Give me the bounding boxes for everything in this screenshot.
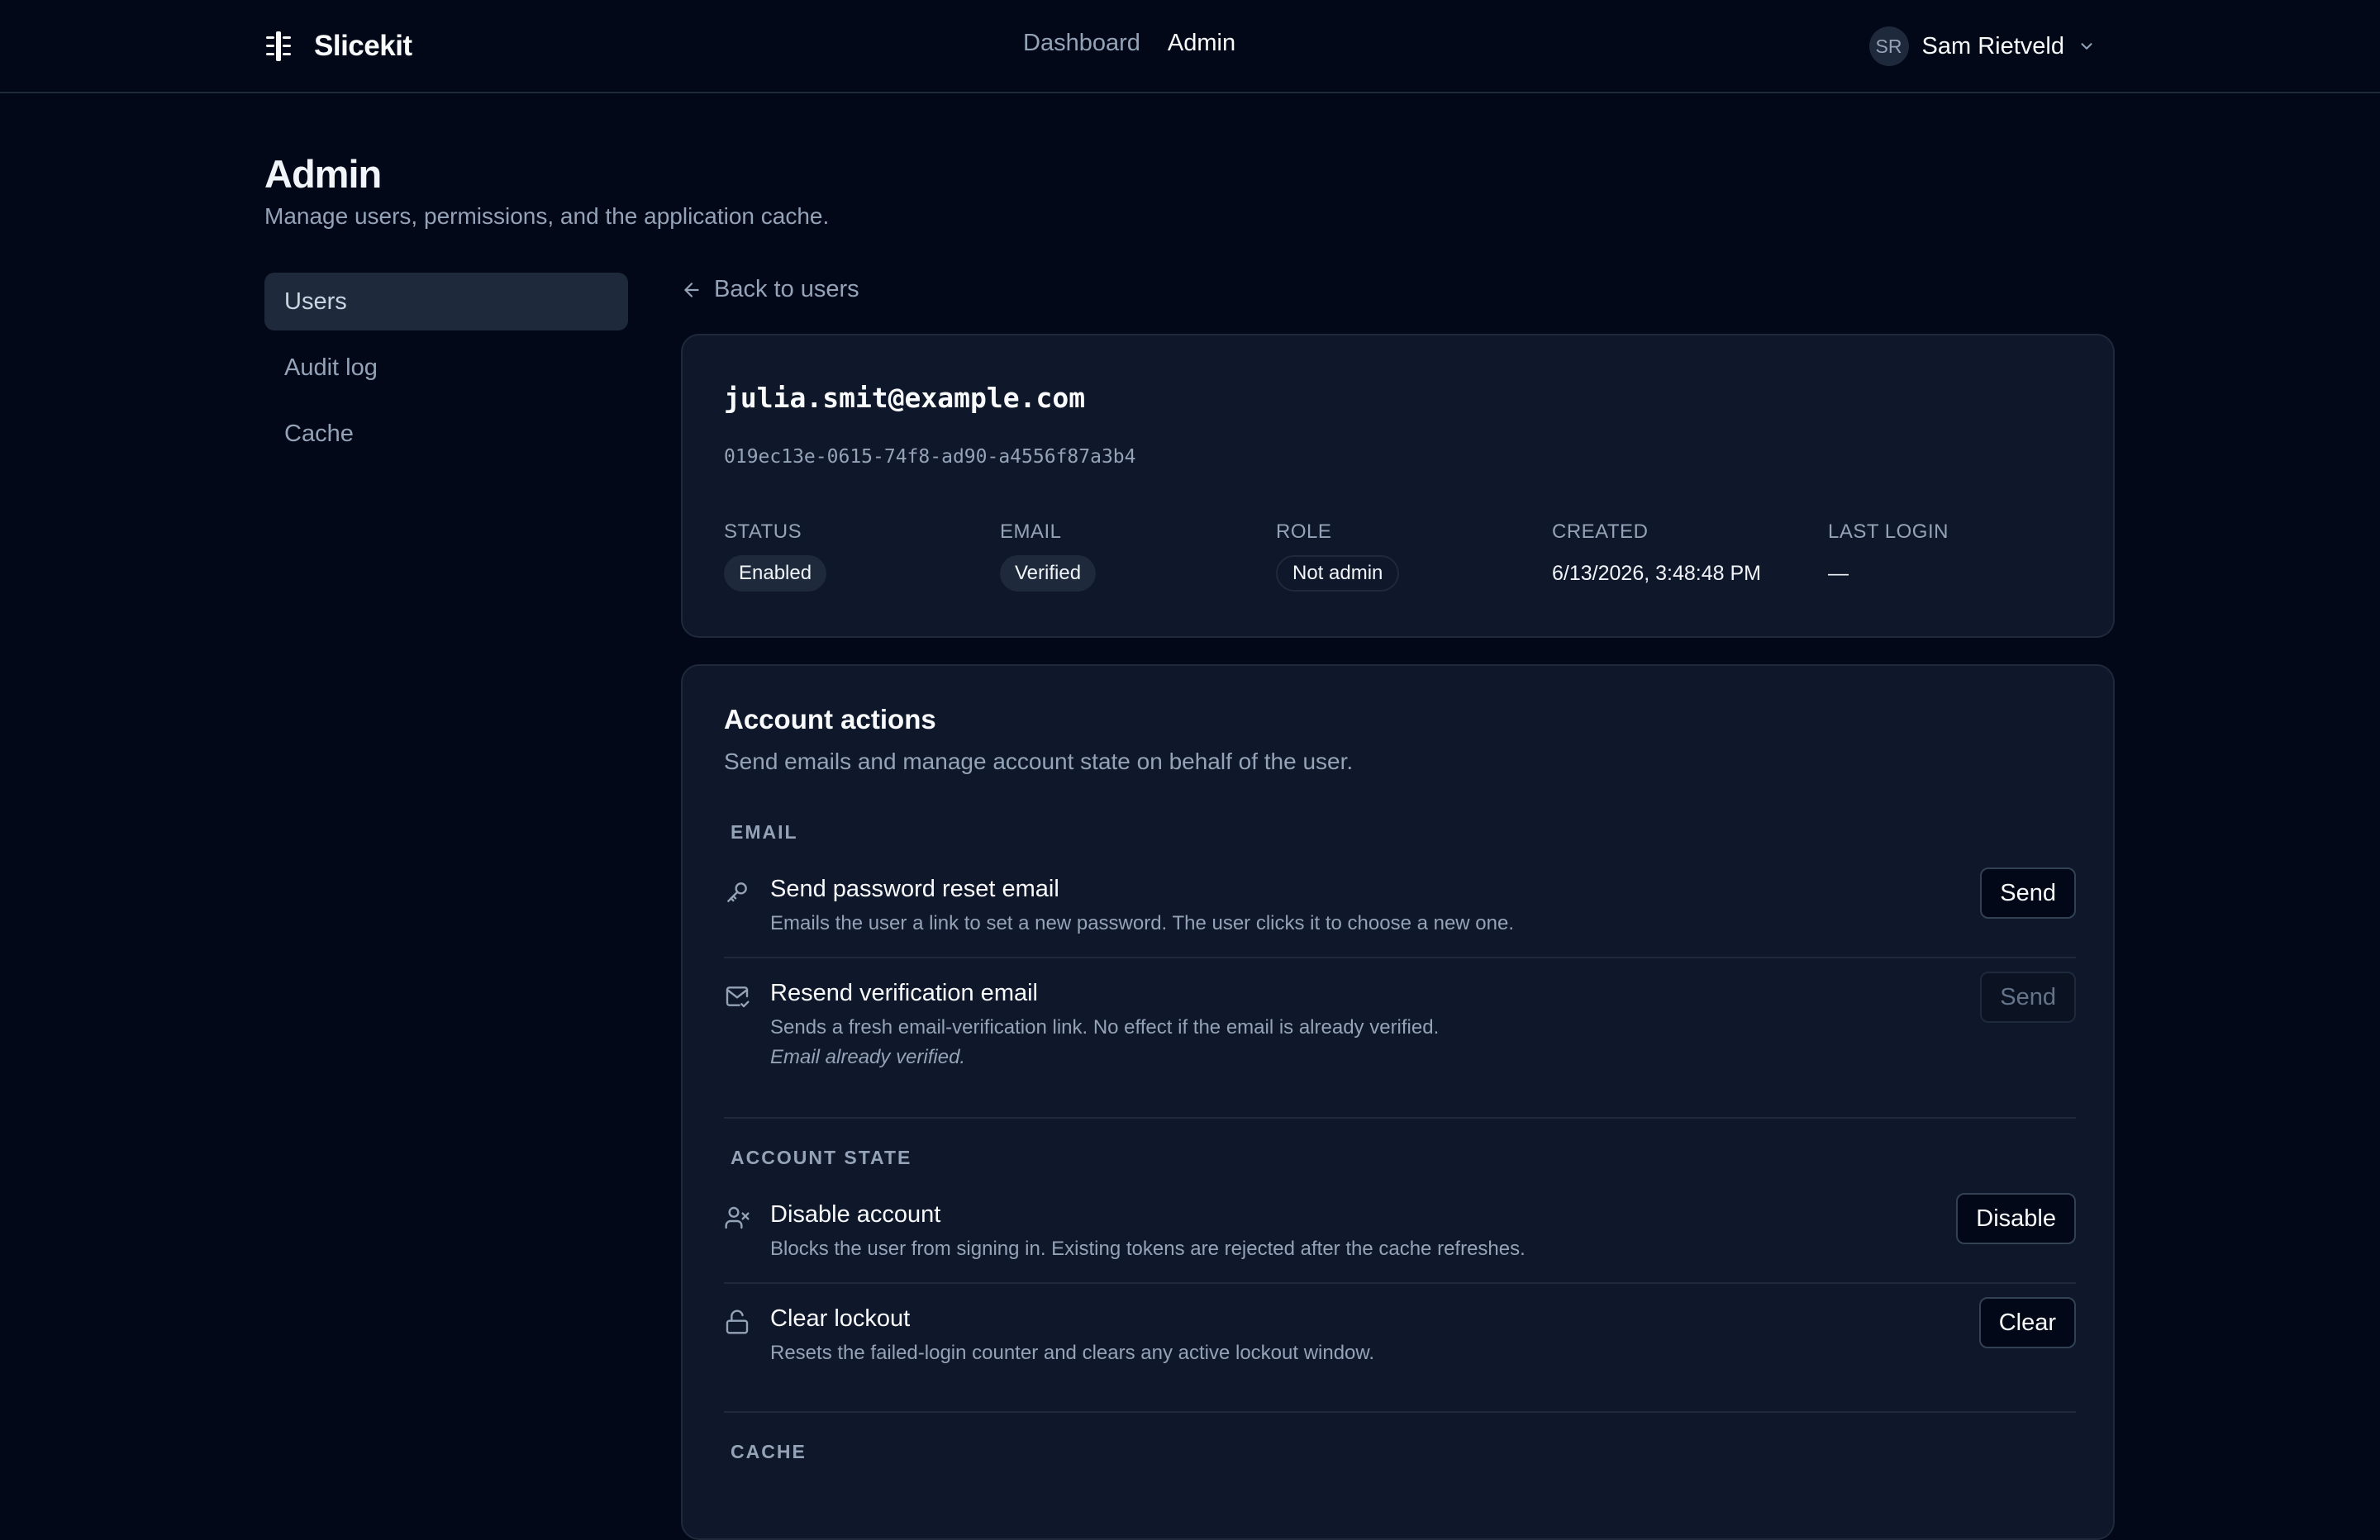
meta-status: STATUS Enabled	[724, 520, 997, 592]
disable-account-button[interactable]: Disable	[1956, 1193, 2076, 1244]
user-summary-card: julia.smit@example.com 019ec13e-0615-74f…	[681, 334, 2115, 638]
sidebar-item-audit-log[interactable]: Audit log	[264, 339, 628, 397]
created-value: 6/13/2026, 3:48:48 PM	[1552, 561, 1761, 585]
nav-admin[interactable]: Admin	[1168, 30, 1235, 57]
unlock-icon	[726, 1309, 749, 1334]
key-icon	[727, 882, 747, 902]
group-label-email: EMAIL	[731, 821, 798, 843]
meta-email: EMAIL Verified	[1000, 520, 1273, 592]
meta-label: CREATED	[1552, 520, 1649, 543]
chevron-down-icon	[2081, 43, 2092, 50]
top-bar: Slicekit Dashboard Admin SR Sam Rietveld	[0, 0, 2380, 93]
email-verified-badge: Verified	[1000, 555, 1097, 592]
resend-verification-button[interactable]: Send	[1980, 972, 2076, 1023]
meta-label: ROLE	[1276, 520, 1332, 543]
sidebar-item-cache[interactable]: Cache	[264, 405, 628, 463]
sidebar-item-users[interactable]: Users	[264, 273, 628, 330]
user-x-icon	[725, 1206, 750, 1229]
meta-role: ROLE Not admin	[1276, 520, 1549, 592]
divider	[724, 957, 2076, 958]
role-badge: Not admin	[1276, 555, 1400, 592]
main-nav: Dashboard Admin	[1023, 30, 1235, 57]
brand[interactable]: Slicekit	[264, 26, 412, 67]
avatar: SR	[1868, 26, 1909, 66]
action-title: Send password reset email	[770, 876, 1059, 902]
send-password-reset-button[interactable]: Send	[1980, 867, 2076, 919]
last-login-value: —	[1828, 561, 1849, 585]
brand-name: Slicekit	[314, 30, 412, 62]
nav-dashboard[interactable]: Dashboard	[1023, 30, 1140, 57]
slicekit-logo-icon	[266, 31, 291, 61]
group-label-cache: CACHE	[731, 1441, 807, 1462]
action-row-disable-account: Disable account Blocks the user from sig…	[724, 1193, 2076, 1267]
action-title: Disable account	[770, 1201, 941, 1228]
account-actions-card: Account actions Send emails and manage a…	[681, 664, 2115, 1540]
action-row-clear-lockout: Clear lockout Resets the failed-login co…	[724, 1297, 2076, 1371]
meta-label: EMAIL	[1000, 520, 1062, 543]
user-id: 019ec13e-0615-74f8-ad90-a4556f87a3b4	[724, 446, 1136, 468]
divider	[724, 1282, 2076, 1284]
mail-check-icon	[726, 986, 750, 1008]
action-row-password-reset: Send password reset email Emails the use…	[724, 867, 2076, 942]
section-subtitle: Send emails and manage account state on …	[724, 749, 1354, 774]
section-title: Account actions	[724, 704, 936, 734]
clear-lockout-button[interactable]: Clear	[1978, 1297, 2076, 1348]
action-description: Blocks the user from signing in. Existin…	[770, 1238, 1526, 1260]
admin-sidebar: Users Audit log Cache	[264, 273, 628, 471]
action-description: Resets the failed-login counter and clea…	[770, 1342, 1375, 1364]
divider	[724, 1411, 2076, 1413]
user-menu[interactable]: SR Sam Rietveld	[1868, 26, 2096, 66]
arrow-left-icon	[684, 282, 699, 297]
meta-last-login: LAST LOGIN —	[1828, 520, 2101, 592]
page-title: Admin	[264, 152, 382, 196]
user-name: Sam Rietveld	[1921, 32, 2064, 59]
status-badge: Enabled	[724, 555, 827, 592]
meta-label: STATUS	[724, 520, 802, 543]
action-title: Clear lockout	[770, 1305, 911, 1332]
group-label-account-state: ACCOUNT STATE	[731, 1147, 912, 1168]
action-row-resend-verification: Resend verification email Sends a fresh …	[724, 972, 2076, 1071]
action-description: Sends a fresh email-verification link. N…	[770, 1016, 1440, 1039]
action-title: Resend verification email	[770, 980, 1038, 1006]
meta-created: CREATED 6/13/2026, 3:48:48 PM	[1552, 520, 1825, 592]
action-description: Emails the user a link to set a new pass…	[770, 912, 1514, 934]
user-email: julia.smit@example.com	[724, 382, 1086, 414]
meta-label: LAST LOGIN	[1828, 520, 1949, 543]
back-to-users-link[interactable]: Back to users	[681, 276, 859, 303]
back-link-label: Back to users	[714, 276, 859, 302]
page-subtitle: Manage users, permissions, and the appli…	[264, 203, 830, 229]
divider	[724, 1117, 2076, 1119]
action-note: Email already verified.	[770, 1046, 966, 1068]
